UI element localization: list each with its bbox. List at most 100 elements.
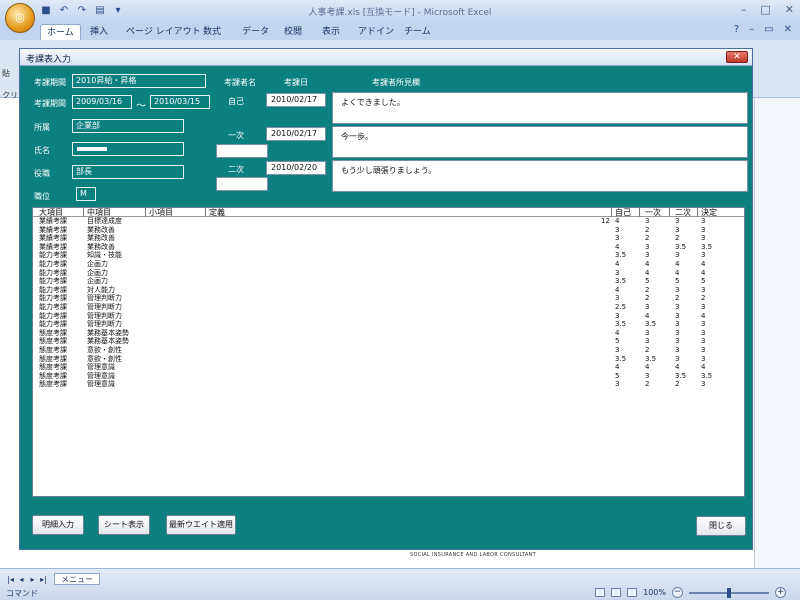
label-dept: 所属 bbox=[34, 123, 50, 132]
cell-second: 3 bbox=[675, 346, 680, 354]
first-sheet-icon[interactable]: |◂ bbox=[6, 575, 15, 584]
col-header-middle[interactable]: 中項目 bbox=[87, 208, 111, 217]
first-comment-box[interactable]: 今一歩。 bbox=[332, 126, 748, 158]
cell-second: 3 bbox=[675, 303, 680, 311]
prev-sheet-icon[interactable]: ◂ bbox=[17, 575, 26, 584]
col-header-final[interactable]: 決定 bbox=[701, 208, 717, 217]
col-header-definition[interactable]: 定義 bbox=[209, 208, 225, 217]
tab-addins[interactable]: アドイン bbox=[352, 24, 400, 40]
col-header-first[interactable]: 一次 bbox=[645, 208, 661, 217]
table-row[interactable]: 能力考課 管理判断力 3 2 2 2 bbox=[33, 295, 744, 302]
self-date-field[interactable]: 2010/02/17 bbox=[266, 93, 326, 107]
tab-data[interactable]: データ bbox=[236, 24, 275, 40]
grade-field[interactable]: M bbox=[76, 187, 96, 201]
table-row[interactable]: 態度考課 管理意識 4 4 4 4 bbox=[33, 364, 744, 371]
workbook-minimize-icon[interactable]: – bbox=[749, 24, 754, 35]
help-icon[interactable]: ? bbox=[734, 24, 739, 35]
last-sheet-icon[interactable]: ▸| bbox=[39, 575, 48, 584]
col-header-second[interactable]: 二次 bbox=[675, 208, 691, 217]
minimize-icon[interactable]: – bbox=[741, 3, 747, 16]
zoom-out-icon[interactable]: − bbox=[672, 587, 683, 598]
table-row[interactable]: 能力考課 管理判断力 2.5 3 3 3 bbox=[33, 304, 744, 311]
sheet-tab-menu[interactable]: メニュー bbox=[54, 573, 100, 585]
table-row[interactable]: 業績考課 業務改善 4 3 3.5 3.5 bbox=[33, 242, 744, 251]
table-row[interactable]: 態度考課 業務基本姿勢 4 3 3 3 bbox=[33, 328, 744, 337]
cell-first: 3 bbox=[645, 371, 650, 380]
dialog-close-icon[interactable]: ✕ bbox=[726, 51, 748, 63]
table-row[interactable]: 態度考課 業務基本姿勢 5 3 3 3 bbox=[33, 338, 744, 345]
cell-middle: 管理判断力 bbox=[87, 311, 122, 320]
zoom-slider-thumb[interactable] bbox=[727, 587, 731, 598]
second-comment-box[interactable]: もう少し頑張りましょう。 bbox=[332, 160, 748, 192]
period-from-field[interactable]: 2009/03/16 bbox=[72, 95, 132, 109]
col-header-minor[interactable]: 小項目 bbox=[149, 208, 173, 217]
table-row[interactable]: 能力考課 知識・技能 3.5 3 3 3 bbox=[33, 252, 744, 259]
page-layout-view-icon[interactable] bbox=[611, 588, 622, 597]
cell-final: 4 bbox=[701, 311, 706, 320]
apply-weight-button[interactable]: 最新ウエイト適用 bbox=[166, 515, 236, 535]
table-row[interactable]: 業績考課 業務改善 3 2 3 3 bbox=[33, 226, 744, 234]
cell-self: 4 bbox=[615, 242, 620, 251]
second-evaluator-field[interactable] bbox=[216, 177, 268, 191]
table-row[interactable]: 態度考課 意欲・創性 3 2 3 3 bbox=[33, 347, 744, 354]
table-row[interactable]: 業績考課 目標達成度 12 4 3 3 3 bbox=[33, 218, 744, 225]
evaluation-input-dialog: 考課表入力 ✕ 考課期間 2010昇給・昇格 考課期間 2009/03/16 ～… bbox=[19, 48, 753, 550]
detail-input-button[interactable]: 明細入力 bbox=[32, 515, 84, 535]
cell-middle: 管理意識 bbox=[87, 380, 115, 389]
workbook-restore-icon[interactable]: ▭ bbox=[764, 24, 773, 35]
table-row[interactable]: 態度考課 管理意識 3 2 2 3 bbox=[33, 381, 744, 388]
table-row[interactable]: 態度考課 意欲・創性 3.5 3.5 3 3 bbox=[33, 354, 744, 363]
col-header-major[interactable]: 大項目 bbox=[39, 208, 63, 217]
dept-field[interactable]: 企業部 bbox=[72, 119, 184, 133]
zoom-in-icon[interactable]: + bbox=[775, 587, 786, 598]
col-divider bbox=[669, 208, 670, 217]
sheet-view-button[interactable]: シート表示 bbox=[98, 515, 150, 535]
evaluation-item-list[interactable]: 大項目 中項目 小項目 定義 自己 一次 二次 決定 業績考課 目標達成度 12 4 3… bbox=[32, 207, 745, 497]
table-row[interactable]: 能力考課 企画力 3 4 4 4 bbox=[33, 269, 744, 277]
table-row[interactable]: 能力考課 企画力 4 4 4 4 bbox=[33, 261, 744, 268]
ribbon-tabs: ホーム 挿入 ページ レイアウト 数式 データ 校閲 表示 アドイン チーム bbox=[0, 22, 800, 40]
cell-self: 2.5 bbox=[615, 303, 627, 311]
office-button[interactable]: ◎ bbox=[5, 3, 35, 33]
name-field[interactable] bbox=[72, 142, 184, 156]
zoom-slider[interactable] bbox=[689, 587, 769, 598]
normal-view-icon[interactable] bbox=[595, 588, 606, 597]
period-name-field[interactable]: 2010昇給・昇格 bbox=[72, 74, 206, 88]
page-break-view-icon[interactable] bbox=[627, 588, 638, 597]
tab-view[interactable]: 表示 bbox=[316, 24, 346, 40]
table-row[interactable]: 能力考課 管理判断力 3.5 3.5 3 3 bbox=[33, 321, 744, 328]
maximize-icon[interactable]: □ bbox=[760, 3, 770, 16]
first-date-field[interactable]: 2010/02/17 bbox=[266, 127, 326, 141]
zoom-level[interactable]: 100% bbox=[643, 588, 666, 597]
close-button[interactable]: 閉じる bbox=[696, 516, 746, 536]
table-row[interactable]: 能力考課 管理判断力 3 4 3 4 bbox=[33, 311, 744, 320]
first-evaluator-field[interactable] bbox=[216, 144, 268, 158]
tab-insert[interactable]: 挿入 bbox=[84, 24, 114, 40]
cell-second: 2 bbox=[675, 380, 680, 389]
position-field[interactable]: 部長 bbox=[72, 165, 184, 179]
cell-second: 3.5 bbox=[675, 242, 687, 251]
cell-major: 態度考課 bbox=[39, 354, 67, 363]
next-sheet-icon[interactable]: ▸ bbox=[28, 575, 37, 584]
tab-page-layout[interactable]: ページ レイアウト bbox=[120, 24, 207, 40]
cell-final: 3 bbox=[701, 380, 706, 389]
name-redacted bbox=[77, 147, 107, 151]
table-row[interactable]: 能力考課 対人能力 4 2 3 3 bbox=[33, 286, 744, 294]
tab-review[interactable]: 校閲 bbox=[278, 24, 308, 40]
cell-first: 4 bbox=[645, 311, 650, 320]
table-row[interactable]: 態度考課 管理意識 5 3 3.5 3.5 bbox=[33, 371, 744, 380]
label-eval-date: 考課日 bbox=[284, 78, 308, 87]
col-header-self[interactable]: 自己 bbox=[615, 208, 631, 217]
col-divider bbox=[83, 208, 84, 217]
cell-first: 3 bbox=[645, 328, 650, 337]
tab-formulas[interactable]: 数式 bbox=[197, 24, 227, 40]
close-icon[interactable]: ✕ bbox=[785, 3, 794, 16]
tab-home[interactable]: ホーム bbox=[40, 24, 81, 40]
period-to-field[interactable]: 2010/03/15 bbox=[150, 95, 210, 109]
table-row[interactable]: 業績考課 業務改善 3 2 2 3 bbox=[33, 235, 744, 242]
table-row[interactable]: 能力考課 企画力 3.5 5 5 5 bbox=[33, 278, 744, 285]
second-date-field[interactable]: 2010/02/20 bbox=[266, 161, 326, 175]
workbook-close-icon[interactable]: ✕ bbox=[784, 24, 792, 35]
self-comment-box[interactable]: よくできました。 bbox=[332, 92, 748, 124]
tab-team[interactable]: チーム bbox=[398, 24, 437, 40]
